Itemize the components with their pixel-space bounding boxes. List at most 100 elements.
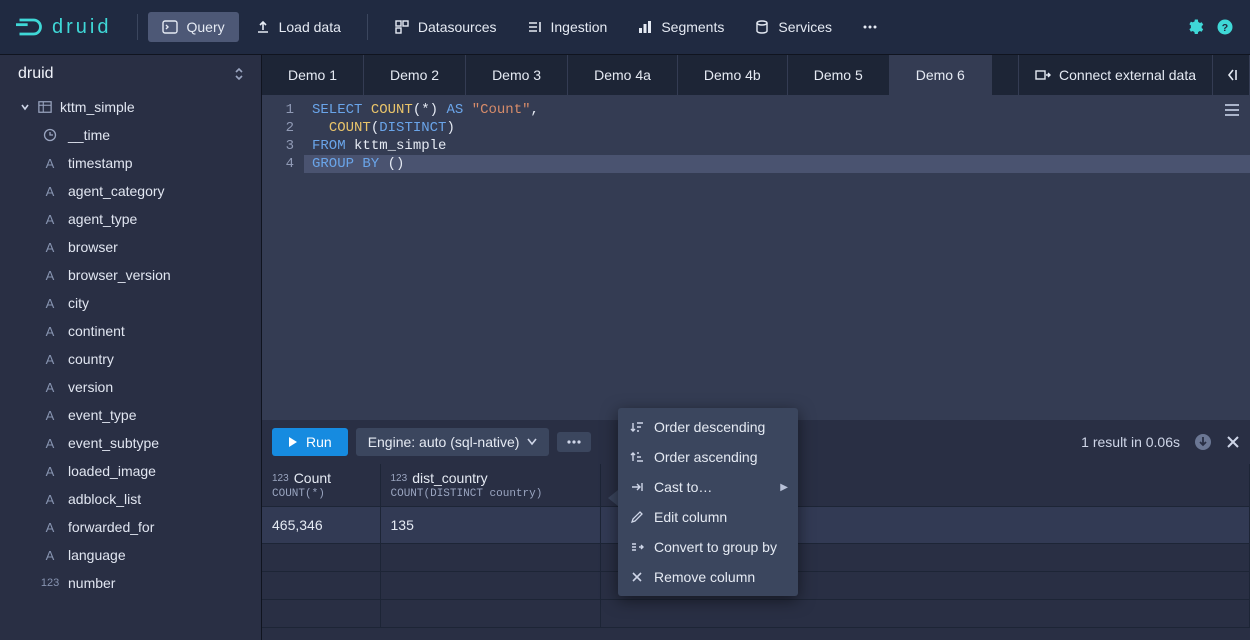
string-type-icon: A	[42, 296, 58, 311]
table-icon	[38, 100, 52, 114]
help-button[interactable]: ?	[1216, 18, 1234, 36]
nav-datasources[interactable]: Datasources	[380, 12, 511, 42]
tab-spacer	[992, 55, 1019, 95]
engine-selector[interactable]: Engine: auto (sql-native)	[356, 428, 550, 456]
query-tab[interactable]: Demo 2	[364, 55, 466, 95]
column-name: event_type	[68, 407, 137, 423]
gear-icon	[1186, 18, 1204, 36]
column-name: adblock_list	[68, 491, 141, 507]
column-item[interactable]: __time	[0, 121, 261, 149]
runbar-status: 1 result in 0.06s	[1081, 433, 1240, 451]
query-tab[interactable]: Demo 6	[890, 55, 992, 95]
sql-editor[interactable]: 1 2 3 4 SELECT COUNT(*) AS "Count", COUN…	[262, 95, 1250, 420]
column-item[interactable]: Alanguage	[0, 541, 261, 569]
col-header-dist-country[interactable]: 123dist_country COUNT(DISTINCT country)	[380, 464, 600, 507]
schema-sidebar: druid kttm_simple __timeAtimestampAagent…	[0, 55, 262, 640]
datasource-row[interactable]: kttm_simple	[0, 93, 261, 121]
segments-icon	[637, 19, 653, 35]
column-item[interactable]: Atimestamp	[0, 149, 261, 177]
column-name: loaded_image	[68, 463, 156, 479]
ctx-order-desc[interactable]: Order descending	[618, 412, 798, 442]
column-item[interactable]: Acity	[0, 289, 261, 317]
download-icon[interactable]	[1194, 433, 1212, 451]
nav-segments[interactable]: Segments	[623, 12, 738, 42]
chevron-right-icon: ▶	[780, 482, 788, 493]
query-tabbar: Demo 1Demo 2Demo 3Demo 4aDemo 4bDemo 5De…	[262, 55, 1250, 95]
close-icon	[630, 570, 644, 584]
column-item[interactable]: Aagent_category	[0, 177, 261, 205]
string-type-icon: A	[42, 352, 58, 367]
app-header: druid Query Load data Datasources Ingest…	[0, 0, 1250, 55]
column-item[interactable]: Aforwarded_for	[0, 513, 261, 541]
editor-code[interactable]: SELECT COUNT(*) AS "Count", COUNT(DISTIN…	[304, 95, 1250, 420]
column-item[interactable]: 123number	[0, 569, 261, 597]
header-separator	[367, 14, 368, 40]
column-item[interactable]: Acontinent	[0, 317, 261, 345]
brand-logo: druid	[16, 13, 111, 41]
query-tab[interactable]: Demo 5	[788, 55, 890, 95]
string-type-icon: A	[42, 324, 58, 339]
column-name: number	[68, 575, 115, 591]
schema-name: druid	[18, 65, 54, 83]
nav-query[interactable]: Query	[148, 12, 238, 42]
column-name: agent_type	[68, 211, 137, 227]
column-item[interactable]: Abrowser_version	[0, 261, 261, 289]
column-name: browser_version	[68, 267, 171, 283]
tab-collapse[interactable]	[1213, 55, 1250, 95]
string-type-icon: A	[42, 268, 58, 283]
ctx-cast-to[interactable]: Cast to… ▶	[618, 472, 798, 502]
column-item[interactable]: Aadblock_list	[0, 485, 261, 513]
column-item[interactable]: Aevent_subtype	[0, 429, 261, 457]
ctx-convert-group-by[interactable]: Convert to group by	[618, 532, 798, 562]
connect-external-label: Connect external data	[1059, 67, 1196, 83]
column-name: browser	[68, 239, 118, 255]
header-separator	[137, 14, 138, 40]
column-list[interactable]: __timeAtimestampAagent_categoryAagent_ty…	[0, 121, 261, 640]
datasource-name: kttm_simple	[60, 99, 135, 115]
col-header-count[interactable]: 123Count COUNT(*)	[262, 464, 380, 507]
services-icon	[754, 19, 770, 35]
nav-segments-label: Segments	[661, 19, 724, 35]
editor-menu-button[interactable]	[1224, 103, 1240, 123]
connect-external-data[interactable]: Connect external data	[1019, 55, 1213, 95]
column-item[interactable]: Aloaded_image	[0, 457, 261, 485]
nav-ingestion[interactable]: Ingestion	[513, 12, 622, 42]
column-item[interactable]: Abrowser	[0, 233, 261, 261]
time-type-icon	[42, 128, 58, 142]
nav-more[interactable]	[848, 12, 892, 42]
more-options-button[interactable]	[557, 432, 591, 452]
nav-ingestion-label: Ingestion	[551, 19, 608, 35]
sort-desc-icon	[630, 420, 644, 434]
string-type-icon: A	[42, 156, 58, 171]
help-icon: ?	[1216, 18, 1234, 36]
string-type-icon: A	[42, 492, 58, 507]
play-icon	[288, 436, 298, 448]
nav-load-data-label: Load data	[279, 19, 341, 35]
ctx-order-asc[interactable]: Order ascending	[618, 442, 798, 472]
column-name: __time	[68, 127, 110, 143]
string-type-icon: A	[42, 408, 58, 423]
close-icon[interactable]	[1226, 435, 1240, 449]
string-type-icon: A	[42, 436, 58, 451]
column-item[interactable]: Aagent_type	[0, 205, 261, 233]
column-item[interactable]: Aevent_type	[0, 401, 261, 429]
query-tab[interactable]: Demo 4a	[568, 55, 678, 95]
nav-load-data[interactable]: Load data	[241, 12, 355, 42]
query-tab[interactable]: Demo 3	[466, 55, 568, 95]
query-tab[interactable]: Demo 1	[262, 55, 364, 95]
run-button[interactable]: Run	[272, 428, 348, 456]
ctx-edit-column[interactable]: Edit column	[618, 502, 798, 532]
string-type-icon: A	[42, 240, 58, 255]
schema-selector[interactable]: druid	[0, 55, 261, 93]
settings-button[interactable]	[1186, 18, 1204, 36]
query-tab[interactable]: Demo 4b	[678, 55, 788, 95]
ctx-remove-column[interactable]: Remove column	[618, 562, 798, 592]
sort-asc-icon	[630, 450, 644, 464]
header-right: ?	[1186, 18, 1234, 36]
column-name: country	[68, 351, 114, 367]
column-item[interactable]: Acountry	[0, 345, 261, 373]
svg-text:?: ?	[1222, 22, 1228, 34]
nav-services[interactable]: Services	[740, 12, 846, 42]
nav-query-label: Query	[186, 19, 224, 35]
column-item[interactable]: Aversion	[0, 373, 261, 401]
